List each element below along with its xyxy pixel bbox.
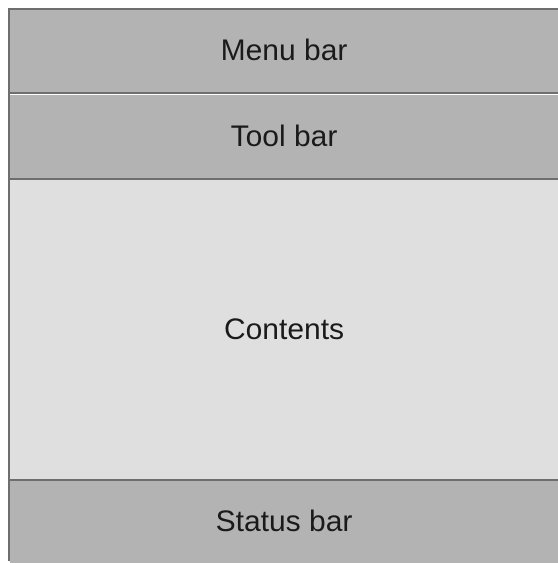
- contents-region: Contents: [10, 180, 558, 481]
- status-bar-region: Status bar: [10, 481, 558, 563]
- window-layout-diagram: Menu bar Tool bar Contents Status bar: [8, 8, 558, 563]
- tool-bar-label: Tool bar: [230, 119, 338, 153]
- tool-bar-region: Tool bar: [10, 95, 558, 180]
- menu-bar-label: Menu bar: [220, 34, 348, 67]
- status-bar-label: Status bar: [215, 505, 353, 538]
- menu-bar-region: Menu bar: [10, 10, 558, 94]
- contents-label: Contents: [223, 312, 345, 346]
